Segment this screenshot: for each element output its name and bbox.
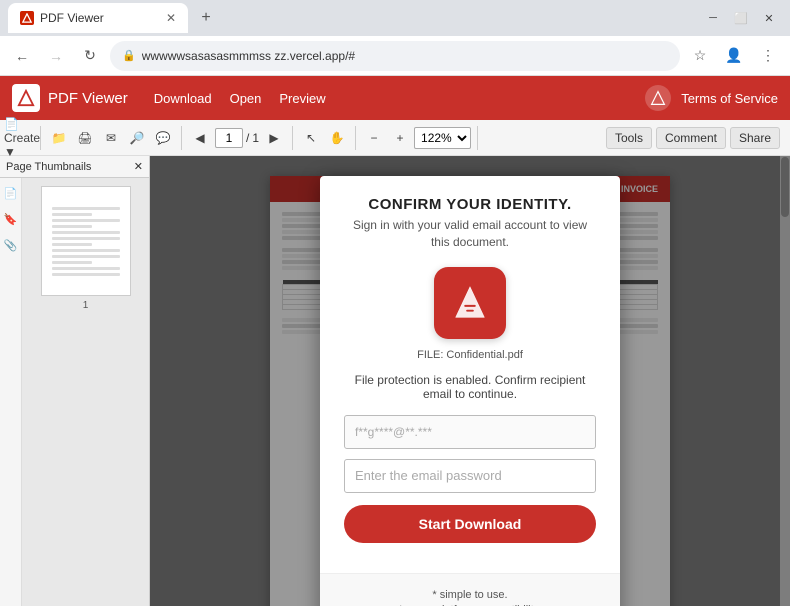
pdf-body: Page Thumbnails ✕ 📄 🔖 📎	[0, 156, 790, 606]
zoom-in-btn[interactable]: +	[388, 126, 412, 150]
share-btn[interactable]: Share	[730, 127, 780, 149]
doc-line	[52, 267, 120, 270]
browser-tab[interactable]: PDF Viewer ✕	[8, 3, 188, 33]
doc-line	[52, 243, 92, 246]
tb-btn-1[interactable]: 📁	[47, 126, 71, 150]
sidebar-bookmark-icon[interactable]: 🔖	[2, 210, 20, 228]
start-download-button[interactable]: Start Download	[344, 505, 596, 543]
sidebar-header: Page Thumbnails ✕	[0, 156, 149, 178]
profile-button[interactable]: 👤	[720, 42, 748, 70]
tos-link[interactable]: Terms of Service	[681, 91, 778, 106]
url-bar[interactable]: 🔒 wwwwwsasasasmmmss zz.vercel.app/#	[110, 41, 680, 71]
close-window-button[interactable]: ✕	[756, 5, 782, 31]
identity-modal: CONFIRM YOUR IDENTITY. Sign in with your…	[320, 176, 620, 606]
secure-icon: 🔒	[122, 49, 136, 62]
doc-line	[52, 261, 92, 264]
doc-line	[52, 273, 120, 276]
adobe-app-title: PDF Viewer	[48, 90, 128, 107]
adobe-menu: Download Open Preview	[146, 87, 334, 110]
doc-line	[52, 255, 120, 258]
doc-line	[52, 231, 120, 234]
modal-protection-text: File protection is enabled. Confirm reci…	[344, 373, 596, 401]
menu-download[interactable]: Download	[146, 87, 220, 110]
adobe-topbar: PDF Viewer Download Open Preview Terms o…	[0, 76, 790, 120]
thumb-label: 1	[30, 300, 141, 311]
hand-tool[interactable]: ✋	[325, 126, 349, 150]
viewer-content: PDF Viewer Download Open Preview Terms o…	[0, 76, 790, 606]
window-controls: ─ ⬜ ✕	[700, 5, 782, 31]
page-total: 1	[252, 131, 259, 145]
forward-button[interactable]: →	[42, 42, 70, 70]
adobe-toolbar: 📄 Create ▼ 📁 🖨 ✉ 🔎 💬 ◀ / 1 ▶ ↖	[0, 120, 790, 156]
restore-button[interactable]: ⬜	[728, 5, 754, 31]
menu-open[interactable]: Open	[222, 87, 270, 110]
next-page-btn[interactable]: ▶	[262, 126, 286, 150]
browser-frame: PDF Viewer ✕ + ─ ⬜ ✕ ← → ↻ 🔒 wwwwwsasasa…	[0, 0, 790, 606]
pdf-canvas: ADOBE COMMERCIAL INVOICE	[150, 156, 790, 606]
sidebar-close-icon[interactable]: ✕	[134, 160, 143, 173]
menu-button[interactable]: ⋮	[754, 42, 782, 70]
toolbar-zoom-group: − + 122%	[362, 126, 478, 150]
sidebar-attach-icon[interactable]: 📎	[2, 236, 20, 254]
doc-line	[52, 213, 92, 216]
modal-subtitle: Sign in with your valid email account to…	[344, 217, 596, 251]
tab-close-button[interactable]: ✕	[166, 11, 176, 25]
new-tab-button[interactable]: +	[192, 4, 220, 32]
thumb-image	[41, 186, 131, 296]
address-bar: ← → ↻ 🔒 wwwwwsasasasmmmss zz.vercel.app/…	[0, 36, 790, 76]
email-input[interactable]	[344, 415, 596, 449]
sidebar-title: Page Thumbnails	[6, 161, 91, 173]
modal-footer: * simple to use. * cross-platform compat…	[320, 573, 620, 606]
sidebar-left-icons: 📄 🔖 📎	[0, 178, 22, 606]
adobe-topbar-right: Terms of Service	[645, 85, 778, 111]
zoom-out-btn[interactable]: −	[362, 126, 386, 150]
doc-line	[52, 249, 120, 252]
prev-page-btn[interactable]: ◀	[188, 126, 212, 150]
tab-favicon	[20, 11, 34, 25]
page-thumbnail[interactable]: 1	[22, 178, 149, 319]
modal-title: CONFIRM YOUR IDENTITY.	[344, 196, 596, 213]
tab-title: PDF Viewer	[40, 11, 104, 25]
doc-line	[52, 237, 120, 240]
doc-line	[52, 225, 92, 228]
modal-filename: FILE: Confidential.pdf	[344, 349, 596, 361]
tb-btn-3[interactable]: ✉	[99, 126, 123, 150]
sidebar-page-icon[interactable]: 📄	[2, 184, 20, 202]
adobe-help-icon[interactable]	[645, 85, 671, 111]
tb-btn-5[interactable]: 💬	[151, 126, 175, 150]
tools-btn[interactable]: Tools	[606, 127, 652, 149]
modal-overlay: CONFIRM YOUR IDENTITY. Sign in with your…	[150, 156, 790, 606]
modal-body: CONFIRM YOUR IDENTITY. Sign in with your…	[320, 176, 620, 573]
comment-btn[interactable]: Comment	[656, 127, 726, 149]
bookmark-button[interactable]: ☆	[686, 42, 714, 70]
tb-btn-4[interactable]: 🔎	[125, 126, 149, 150]
doc-line	[52, 207, 120, 210]
sidebar-main: 1	[22, 178, 149, 606]
toolbar-actions-group: 📁 🖨 ✉ 🔎 💬	[47, 126, 182, 150]
url-text: wwwwwsasasasmmmss zz.vercel.app/#	[142, 49, 668, 63]
refresh-button[interactable]: ↻	[76, 42, 104, 70]
tb-btn-2[interactable]: 🖨	[73, 126, 97, 150]
menu-preview[interactable]: Preview	[271, 87, 333, 110]
toolbar-create-group: 📄 Create ▼	[10, 126, 41, 150]
pdf-sidebar: Page Thumbnails ✕ 📄 🔖 📎	[0, 156, 150, 606]
toolbar-right-group: Tools Comment Share	[606, 127, 780, 149]
tab-bar: PDF Viewer ✕ + ─ ⬜ ✕	[0, 0, 790, 36]
zoom-select[interactable]: 122%	[414, 127, 471, 149]
adobe-icon	[12, 84, 40, 112]
page-nav-group: ◀ / 1 ▶	[188, 126, 293, 150]
minimize-button[interactable]: ─	[700, 5, 726, 31]
create-button[interactable]: 📄 Create ▼	[10, 126, 34, 150]
pdf-app: PDF Viewer Download Open Preview Terms o…	[0, 76, 790, 606]
feature-1: * simple to use.	[340, 589, 600, 601]
password-input[interactable]	[344, 459, 596, 493]
modal-adobe-logo	[434, 267, 506, 339]
toolbar-tools-group: ↖ ✋	[299, 126, 356, 150]
page-number-input[interactable]	[215, 128, 243, 148]
cursor-tool[interactable]: ↖	[299, 126, 323, 150]
doc-line	[52, 219, 120, 222]
back-button[interactable]: ←	[8, 42, 36, 70]
page-sep: /	[246, 131, 249, 145]
adobe-logo: PDF Viewer	[12, 84, 128, 112]
